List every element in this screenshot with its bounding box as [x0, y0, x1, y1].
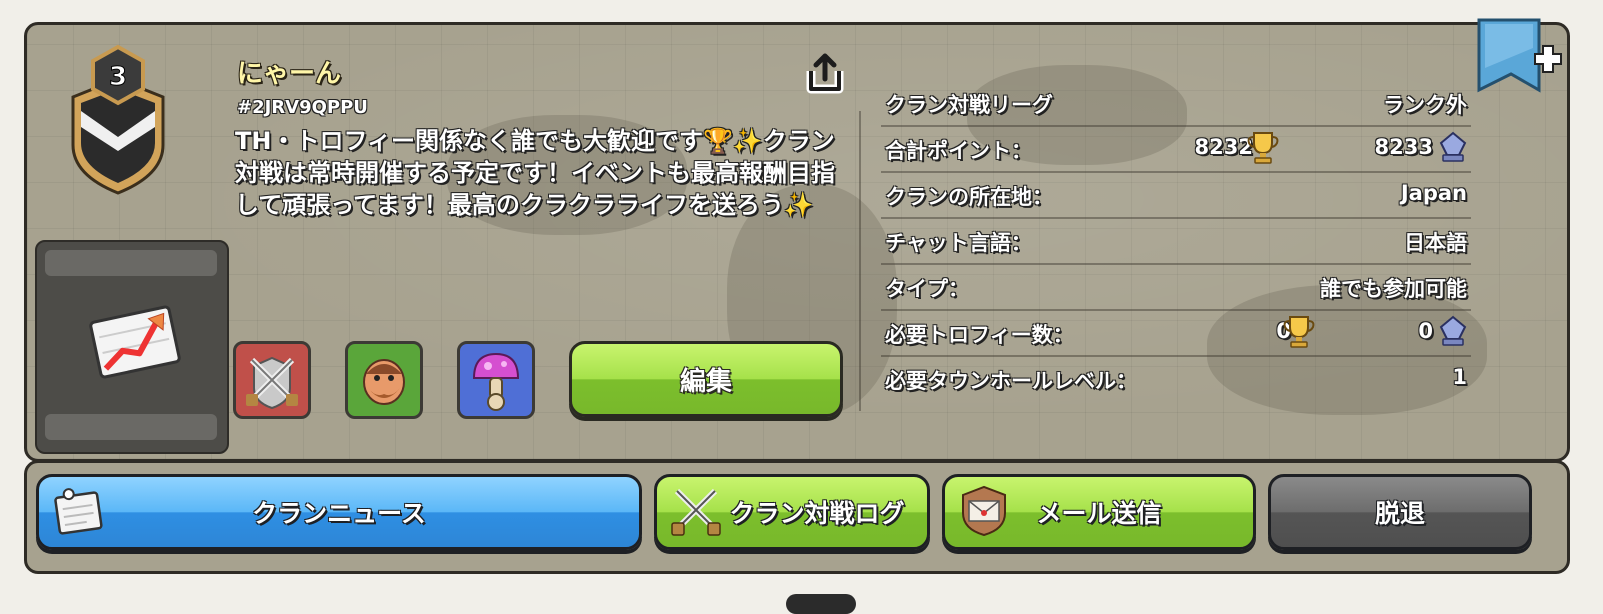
clan-tag: #2JRV9QPPU	[237, 97, 368, 118]
stats-chart-icon[interactable]	[87, 300, 183, 384]
clan-news-button[interactable]: クランニュース	[36, 474, 642, 550]
chat-language-value: 日本語	[1404, 231, 1467, 255]
required-builder-trophies-value: 0	[1418, 319, 1433, 343]
send-mail-button[interactable]: メール送信	[942, 474, 1256, 550]
info-row-war-league: クラン対戦リーグ ランク外	[881, 81, 1471, 127]
bookmark-add-icon[interactable]	[1475, 18, 1565, 94]
crossed-swords-icon	[671, 488, 721, 536]
builder-trophy-icon	[1439, 315, 1467, 346]
builder-trophy-icon	[1439, 131, 1467, 162]
location-label: クランの所在地：	[885, 185, 1053, 209]
info-row-required-th: 必要タウンホールレベル： 1	[881, 357, 1471, 401]
clan-badge-icon: 3	[71, 45, 165, 195]
builder-face-icon	[363, 359, 405, 405]
war-log-button[interactable]: クラン対戦ログ	[654, 474, 930, 550]
info-row-type: タイプ： 誰でも参加可能	[881, 265, 1471, 311]
required-trophies-label: 必要トロフィー数：	[885, 323, 1074, 347]
share-icon[interactable]	[803, 51, 847, 95]
location-value: Japan	[1400, 181, 1467, 205]
required-th-value: 1	[1452, 365, 1467, 389]
info-row-total-points: 合計ポイント： 8232 8233	[881, 127, 1471, 173]
edit-button[interactable]: 編集	[569, 341, 843, 417]
war-league-value: ランク外	[1383, 93, 1467, 117]
total-builder-trophies-value: 8233	[1374, 135, 1433, 159]
trophy-icon	[1247, 132, 1279, 164]
notepad-icon	[54, 488, 103, 535]
clan-label-builder[interactable]	[345, 341, 423, 419]
clan-stats-sidebar	[35, 240, 229, 454]
send-mail-label: メール送信	[1036, 499, 1162, 528]
clan-label-war[interactable]	[233, 341, 311, 419]
clan-news-label: クランニュース	[252, 499, 426, 528]
leave-clan-label: 脱退	[1374, 499, 1425, 528]
mail-shield-icon	[962, 485, 1006, 537]
sidebar-bar	[45, 250, 217, 276]
leave-clan-button[interactable]: 脱退	[1268, 474, 1532, 550]
bottom-handle	[786, 594, 856, 614]
crossed-swords-icon	[246, 356, 298, 410]
panel-divider	[859, 111, 861, 411]
clan-level-text: 3	[109, 62, 127, 92]
info-row-chat-language: チャット言語： 日本語	[881, 219, 1471, 265]
info-row-required-trophies: 必要トロフィー数： 0 0	[881, 311, 1471, 357]
clan-description: TH・トロフィー関係なく誰でも大歓迎です🏆✨クラン対戦は常時開催する予定です！イ…	[235, 127, 835, 219]
total-points-label: 合計ポイント：	[885, 139, 1032, 163]
type-label: タイプ：	[885, 277, 969, 301]
required-th-label: 必要タウンホールレベル：	[885, 369, 1137, 393]
pink-mushroom-icon	[472, 352, 520, 411]
clan-name: にゃーん	[237, 59, 342, 89]
sidebar-bar	[45, 414, 217, 440]
war-league-label: クラン対戦リーグ	[885, 93, 1053, 117]
trophy-icon	[1283, 316, 1315, 348]
info-row-location: クランの所在地： Japan	[881, 173, 1471, 219]
clan-label-mushroom[interactable]	[457, 341, 535, 419]
clan-info-panel: 3 にゃーん #2JRV9QPPU TH・トロフィー関係なく誰でも大歓迎です🏆✨…	[24, 22, 1570, 462]
war-log-label: クラン対戦ログ	[729, 499, 905, 528]
chat-language-label: チャット言語：	[885, 231, 1032, 255]
type-value: 誰でも参加可能	[1320, 277, 1467, 301]
